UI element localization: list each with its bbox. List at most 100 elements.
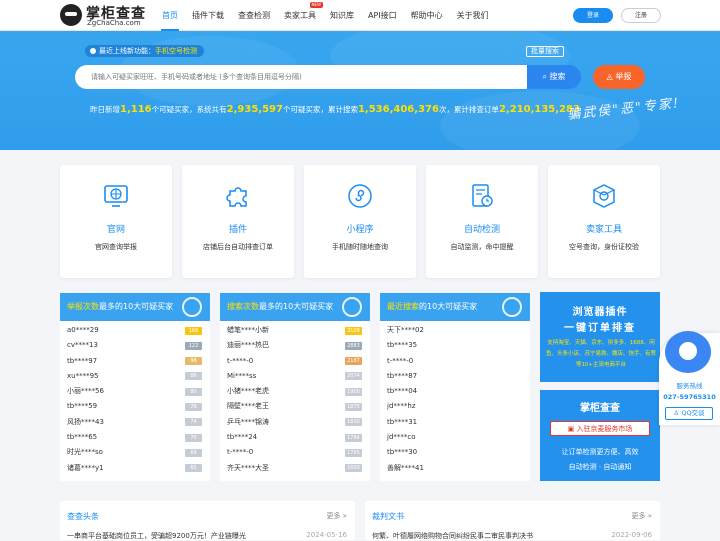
count-badge: 80 [185, 387, 202, 396]
qq-chat-button[interactable]: ♙ QQ交谈 [665, 407, 713, 420]
list-item[interactable]: 迪丽****热巴 2883 [220, 338, 370, 353]
buyer-name: tb****24 [227, 433, 258, 442]
list-item[interactable]: tb****30 [380, 445, 530, 460]
logo-domain: ZgChaCha.com [87, 19, 141, 27]
list-item[interactable]: tb****35 [380, 338, 530, 353]
register-button[interactable]: 注册 [621, 8, 661, 23]
promo-platforms: 支持淘宝、天猫、京东、拼多多、1688、闲鱼、头条小店、苏宁易购、魏店、快手、有… [545, 340, 656, 368]
feature-card-auto-detect[interactable]: 自动检测 自动监测，命中提醒 [426, 165, 538, 278]
list-item[interactable]: 齐天****大圣 1693 [220, 461, 370, 476]
promo-line: 自动检测 · 自动通知 [568, 463, 632, 471]
buyer-name: t-****-0 [227, 356, 254, 365]
count-badge: 1765 [345, 448, 362, 457]
list-item[interactable]: a0****29 166 [60, 323, 210, 338]
list-item[interactable]: t-****-0 1765 [220, 445, 370, 460]
logo-mascot-icon [60, 4, 82, 26]
nav-seller-tools[interactable]: 卖家工具 NEW [277, 0, 323, 31]
list-rows: a0****29 166 cv****13 122 tb****97 98 xu***… [60, 323, 210, 476]
news-panel: 查查头条 更多 » 一串商平台基础岗位员工，受骗超9200万元！产业链曝光 20… [60, 501, 355, 540]
jd-market-button[interactable]: ▣ 入驻京麦服务市场 [550, 421, 650, 436]
count-badge: 3109 [345, 326, 362, 335]
promo-subtitle: 一键订单排查 [564, 323, 636, 334]
list-item[interactable]: t-****-0 [380, 354, 530, 369]
tools-icon [593, 184, 615, 208]
feature-title: 自动检测 [463, 225, 500, 235]
browser-plugin-promo[interactable]: 浏览器插件 一键订单排查 支持淘宝、天猫、京东、拼多多、1688、闲鱼、头条小店… [540, 292, 660, 382]
list-item[interactable]: 小丽****56 80 [60, 384, 210, 399]
buyer-name: tb****97 [67, 356, 98, 365]
report-button[interactable]: ◬ 举报 [593, 65, 645, 89]
count-badge: 2883 [345, 341, 362, 350]
news-date: 2024-05-16 [306, 531, 347, 539]
more-link[interactable]: 更多 » [631, 511, 652, 521]
list-item[interactable]: 风扬****43 74 [60, 415, 210, 430]
list-item[interactable]: tb****97 98 [60, 354, 210, 369]
nav-check[interactable]: 查查检测 [231, 0, 277, 31]
list-item[interactable]: tb****04 [380, 384, 530, 399]
customer-service-widget: 服务热线 027-59765310 ♙ QQ交谈 [659, 331, 720, 425]
list-item[interactable]: jd****hz [380, 399, 530, 414]
count-badge: 122 [185, 341, 202, 350]
feature-card-plugin[interactable]: 插件 店铺后台自动排查订单 [182, 165, 294, 278]
list-item[interactable]: Mi****ss 2074 [220, 369, 370, 384]
list-item[interactable]: t-****-0 2187 [220, 354, 370, 369]
count-badge: 2187 [345, 357, 362, 366]
list-item[interactable]: jd****co [380, 430, 530, 445]
nav-help[interactable]: 帮助中心 [404, 0, 450, 31]
batch-search-link[interactable]: 批量搜索 [526, 46, 564, 57]
list-item[interactable]: cv****13 122 [60, 338, 210, 353]
new-feature-notice[interactable]: 最近上线新功能：手机空号检测 [85, 45, 204, 57]
buyer-name: Mi****ss [227, 371, 257, 380]
feature-card-seller-tools[interactable]: 卖家工具 空号查询，身份证校验 [548, 165, 660, 278]
stats-text-1: 昨日新增 [90, 105, 120, 114]
speaker-icon [90, 48, 96, 54]
list-item[interactable]: 诸葛****y1 65 [60, 461, 210, 476]
list-item[interactable]: tb****31 [380, 415, 530, 430]
list-header-text: 最多的10大可疑买家 [99, 302, 174, 311]
qq-chat-label: QQ交谈 [681, 409, 705, 417]
list-item[interactable]: 小猪****老虎 1900 [220, 384, 370, 399]
nav-api[interactable]: API接口 [361, 0, 404, 31]
news-title: 查查头条 [67, 512, 99, 521]
buyer-name: tb****65 [67, 433, 98, 442]
puzzle-icon [226, 187, 247, 207]
count-badge: 69 [185, 448, 202, 457]
list-item[interactable]: 乒乓****锦涛 1830 [220, 415, 370, 430]
main-nav: 首页 插件下载 查查检测 卖家工具 NEW 知识库 API接口 帮助中心 关于我… [155, 0, 496, 31]
feature-title: 插件 [228, 225, 247, 235]
more-link[interactable]: 更多 » [326, 511, 347, 521]
user-search-icon [502, 297, 522, 317]
feature-desc: 自动监测，命中提醒 [450, 243, 514, 251]
nav-knowledge[interactable]: 知识库 [323, 0, 361, 31]
search-input[interactable] [75, 65, 527, 89]
search-button[interactable]: ⌕ 搜索 [527, 65, 581, 89]
list-item[interactable]: tb****87 [380, 369, 530, 384]
list-item[interactable]: 天下****02 [380, 323, 530, 338]
count-badge: 98 [185, 357, 202, 366]
list-item[interactable]: 蜡笔****小新 3109 [220, 323, 370, 338]
promo-title: 浏览器插件 [572, 307, 628, 318]
feature-title: 小程序 [346, 225, 374, 235]
list-item[interactable]: 时光****so 69 [60, 445, 210, 460]
feature-card-website[interactable]: 官网 官网查询举报 [60, 165, 172, 278]
auto-detect-icon [472, 184, 493, 207]
more-label: 更多 [326, 512, 341, 520]
count-badge: 86 [185, 372, 202, 381]
feature-card-miniprogram[interactable]: 小程序 手机随时随地查询 [304, 165, 416, 278]
list-item[interactable]: 隔壁****老王 1875 [220, 399, 370, 414]
nav-plugin-download[interactable]: 插件下载 [185, 0, 231, 31]
list-item[interactable]: tb****24 1784 [220, 430, 370, 445]
list-item[interactable]: tb****59 76 [60, 399, 210, 414]
nav-about[interactable]: 关于我们 [450, 0, 496, 31]
recent-searched-list: 最近搜索的10大可疑买家 天下****02 tb****35 t-****-0 … [380, 293, 530, 481]
list-header-highlight: 举报次数 [67, 302, 99, 311]
nav-home[interactable]: 首页 [155, 0, 185, 31]
notice-prefix: 最近上线新功能： [99, 47, 155, 55]
list-item[interactable]: xu****95 86 [60, 369, 210, 384]
list-item[interactable]: tb****65 70 [60, 430, 210, 445]
feature-title: 卖家工具 [585, 225, 622, 235]
stats-text-2: 个可疑买家，系统共有 [151, 105, 227, 114]
site-logo[interactable]: 掌柜查查 ZgChaCha.com [60, 3, 148, 28]
login-button[interactable]: 登录 [573, 8, 613, 23]
list-item[interactable]: 善解****41 [380, 461, 530, 476]
